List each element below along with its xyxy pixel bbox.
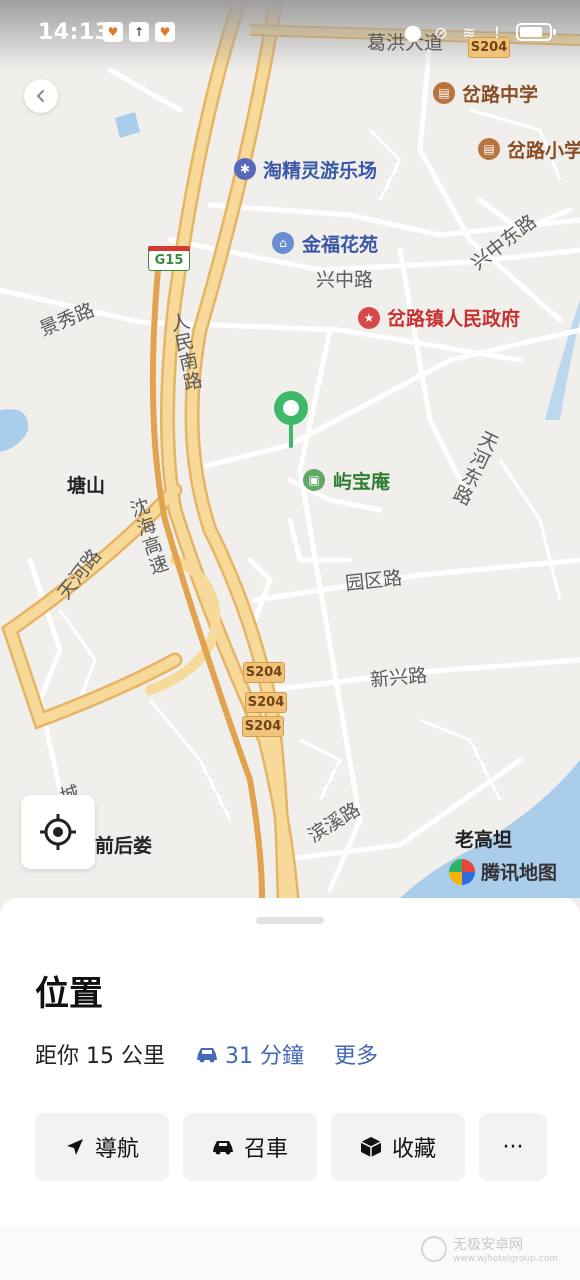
poi-school-middle[interactable]: 岔路中学: [462, 80, 538, 107]
chevron-left-icon: [36, 90, 44, 102]
status-left-icons: ♥ ↑ ♥: [103, 22, 175, 42]
back-button[interactable]: [24, 79, 58, 113]
app-notification-icon: ♥: [155, 22, 175, 42]
school-icon: ▤: [478, 138, 500, 160]
poi-school-primary[interactable]: 岔路小学: [507, 136, 580, 163]
poi-amusement-park[interactable]: 淘精灵游乐场: [263, 156, 377, 183]
ferris-wheel-icon: ✱: [234, 158, 256, 180]
navigate-button[interactable]: 導航: [35, 1113, 169, 1181]
status-right-icons: ⬤ ⊘ ≋ !: [404, 22, 556, 42]
map-brand-logo: 腾讯地图: [449, 858, 557, 885]
action-buttons: 導航 召車 收藏 ···: [35, 1113, 547, 1181]
home-icon: ⌂: [272, 232, 294, 254]
temple-icon: ▣: [303, 469, 325, 491]
more-dots-icon: ···: [502, 1134, 524, 1160]
more-info-link[interactable]: 更多: [334, 1038, 378, 1070]
battery-icon: [516, 23, 556, 41]
alert-icon: !: [493, 22, 501, 42]
navigation-arrow-icon: [66, 1139, 83, 1155]
ride-label: 召車: [243, 1137, 288, 1162]
watermark-url: www.wjhotelgroup.com: [453, 1254, 558, 1264]
favorite-label: 收藏: [391, 1137, 436, 1162]
poi-government[interactable]: 岔路镇人民政府: [387, 304, 520, 331]
place-laogaotan: 老高坦: [455, 829, 513, 851]
highway-shield-s204-c: S204: [242, 716, 284, 737]
sheet-drag-handle[interactable]: [256, 917, 324, 924]
drive-time-link[interactable]: 31 分鐘: [195, 1038, 304, 1070]
place-title: 位置: [35, 974, 103, 1014]
locate-me-button[interactable]: [21, 795, 95, 869]
favorite-button[interactable]: 收藏: [331, 1113, 465, 1181]
mute-icon: ⊘: [434, 22, 448, 42]
watermark-logo-icon: [421, 1236, 448, 1262]
place-info-row: 距你 15 公里 31 分鐘 更多: [35, 1038, 378, 1070]
status-bar: 14:13 ♥ ↑ ♥ ⬤ ⊘ ≋ !: [0, 0, 580, 66]
car-icon: [196, 1048, 217, 1063]
highway-shield-s204-b: S204: [245, 692, 287, 713]
status-time: 14:13: [38, 20, 111, 45]
drive-time-text: 31 分鐘: [224, 1044, 304, 1069]
poi-residential[interactable]: 金福花苑: [302, 230, 378, 257]
place-tangshan: 塘山: [67, 475, 106, 497]
taxi-icon: [212, 1141, 233, 1155]
distance-text: 距你 15 公里: [35, 1044, 165, 1069]
place-qianhoulou: 前后娄: [95, 835, 153, 857]
highway-shield-s204-a: S204: [243, 662, 285, 683]
tencent-map-logo-icon: [449, 858, 475, 885]
app-notification-icon: ♥: [103, 22, 123, 42]
map-view[interactable]: 葛洪大道 兴中路 兴中东路 景秀路 人民南路 天河路 天河东路 沈海高速 园区路…: [0, 0, 580, 920]
road-label-xinxing: 新兴路: [369, 664, 428, 692]
ride-hailing-button[interactable]: 召車: [183, 1113, 317, 1181]
map-brand-text: 腾讯地图: [481, 862, 558, 884]
upload-icon: ↑: [129, 22, 149, 42]
box-icon: [360, 1137, 382, 1157]
highway-shield-g15: G15: [148, 246, 190, 271]
government-star-icon: ★: [358, 307, 380, 329]
navigate-label: 導航: [94, 1137, 139, 1162]
watermark: 无极安卓网 www.wjhotelgroup.com: [421, 1234, 558, 1264]
wifi-icon: ≋: [462, 22, 476, 42]
location-icon: ⬤: [404, 22, 422, 42]
school-icon: ▤: [433, 82, 455, 104]
watermark-text: 无极安卓网: [453, 1237, 524, 1253]
crosshair-icon: [40, 814, 76, 850]
place-detail-sheet[interactable]: 位置 距你 15 公里 31 分鐘 更多 導航 召車 收藏 ···: [0, 898, 580, 1280]
road-label-xingzhong: 兴中路: [316, 269, 374, 291]
location-pin-icon[interactable]: [271, 390, 311, 450]
more-actions-button[interactable]: ···: [479, 1113, 547, 1181]
poi-temple[interactable]: 屿宝庵: [333, 467, 390, 494]
